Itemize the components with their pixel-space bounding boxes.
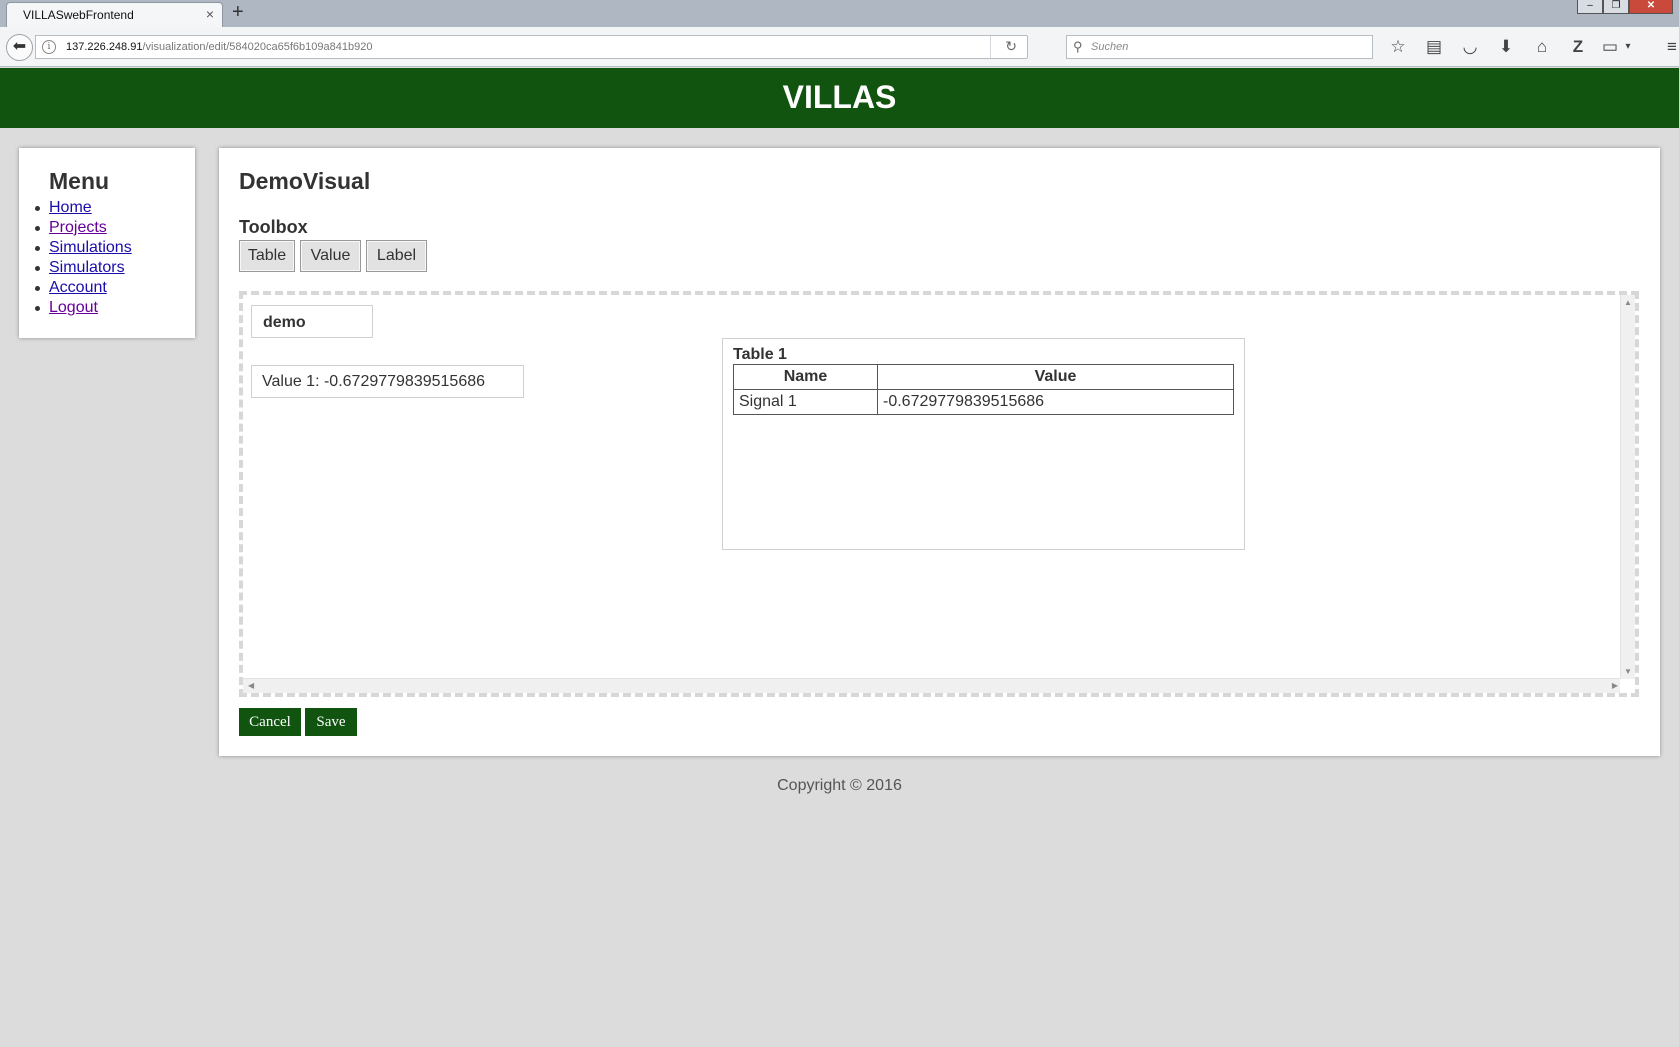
- footer-copyright: Copyright © 2016: [777, 777, 902, 794]
- table-cell-value: -0.6729779839515686: [877, 389, 1234, 415]
- toolbox-value-button[interactable]: Value: [300, 240, 361, 272]
- reading-list-icon[interactable]: ▤: [1420, 34, 1448, 60]
- maximize-button[interactable]: ❐: [1603, 0, 1629, 14]
- browser-tab[interactable]: VILLASwebFrontend ×: [6, 2, 223, 28]
- table-row: Signal 1 -0.6729779839515686: [733, 389, 1234, 415]
- table-header-row: Name Value: [733, 364, 1234, 390]
- menu-item-account: Account: [35, 278, 132, 298]
- search-icon: ⚲: [1073, 39, 1083, 54]
- toolbar-icons: ☆ ▤ ◡ ⬇ ⌂ Z ▭ ▾ ≡: [1384, 34, 1679, 60]
- menu-item-home: Home: [35, 198, 132, 218]
- scroll-left-arrow-icon[interactable]: ◀: [248, 681, 254, 690]
- download-icon[interactable]: ⬇: [1492, 34, 1520, 60]
- site-info-icon[interactable]: i: [42, 40, 56, 54]
- menu-link-simulations[interactable]: Simulations: [49, 239, 132, 256]
- save-button[interactable]: Save: [305, 708, 357, 736]
- zotero-icon[interactable]: Z: [1564, 34, 1592, 60]
- visualization-panel: DemoVisual Toolbox Table Value Label dem…: [219, 148, 1660, 756]
- scroll-up-arrow-icon[interactable]: ▲: [1624, 298, 1632, 307]
- table-widget-title: Table 1: [733, 346, 787, 363]
- tab-title: VILLASwebFrontend: [23, 8, 134, 22]
- menu-link-logout[interactable]: Logout: [49, 299, 98, 316]
- scroll-right-arrow-icon[interactable]: ▶: [1612, 681, 1618, 690]
- page-icon[interactable]: ▭: [1600, 34, 1620, 60]
- menu-panel: Menu Home Projects Simulations Simulator…: [19, 148, 195, 338]
- menu-title: Menu: [49, 168, 110, 194]
- table-widget-grid: Name Value Signal 1 -0.6729779839515686: [733, 364, 1234, 415]
- horizontal-scrollbar[interactable]: ◀ ▶: [243, 678, 1620, 693]
- new-tab-button[interactable]: +: [232, 1, 244, 24]
- menu-item-simulators: Simulators: [35, 258, 132, 278]
- toolbox-label-button[interactable]: Label: [366, 240, 427, 272]
- url-separator: [990, 36, 991, 58]
- menu-list: Home Projects Simulations Simulators Acc…: [35, 198, 132, 318]
- url-path: /visualization/edit/584020ca65f6b109a841…: [142, 41, 373, 53]
- menu-item-logout: Logout: [35, 298, 132, 318]
- hamburger-menu-icon[interactable]: ≡: [1658, 34, 1679, 60]
- toolbox-table-button[interactable]: Table: [239, 240, 295, 272]
- cancel-button[interactable]: Cancel: [239, 708, 301, 736]
- column-header-name: Name: [733, 364, 878, 390]
- close-window-button[interactable]: ✕: [1629, 0, 1673, 14]
- scroll-down-arrow-icon[interactable]: ▼: [1624, 667, 1632, 676]
- search-bar[interactable]: ⚲ Suchen: [1066, 35, 1373, 59]
- toolbox-title: Toolbox: [239, 217, 308, 237]
- menu-link-account[interactable]: Account: [49, 279, 107, 296]
- value-widget[interactable]: Value 1: -0.6729779839515686: [251, 365, 524, 398]
- search-placeholder: Suchen: [1091, 41, 1129, 53]
- window-controls: – ❐ ✕: [1577, 0, 1673, 14]
- star-icon[interactable]: ☆: [1384, 34, 1412, 60]
- table-cell-name: Signal 1: [733, 389, 878, 415]
- app-header: VILLAS: [0, 68, 1679, 128]
- menu-link-projects[interactable]: Projects: [49, 219, 107, 236]
- home-icon[interactable]: ⌂: [1528, 34, 1556, 60]
- app-title: VILLAS: [782, 79, 897, 115]
- label-widget[interactable]: demo: [251, 305, 373, 338]
- url-text: 137.226.248.91/visualization/edit/584020…: [66, 41, 372, 53]
- menu-link-home[interactable]: Home: [49, 199, 92, 216]
- visualization-title: DemoVisual: [239, 168, 371, 194]
- browser-navbar: ⬅ i 137.226.248.91/visualization/edit/58…: [0, 27, 1679, 67]
- url-bar[interactable]: i 137.226.248.91/visualization/edit/5840…: [35, 35, 1028, 59]
- menu-link-simulators[interactable]: Simulators: [49, 259, 125, 276]
- menu-item-projects: Projects: [35, 218, 132, 238]
- reload-icon[interactable]: ↻: [1005, 38, 1017, 55]
- url-host: 137.226.248.91: [66, 41, 143, 53]
- minimize-button[interactable]: –: [1577, 0, 1603, 14]
- pocket-icon[interactable]: ◡: [1456, 34, 1484, 60]
- tab-close-icon[interactable]: ×: [206, 6, 214, 22]
- table-widget[interactable]: Table 1 Name Value Signal 1 -0.672977983…: [722, 338, 1245, 550]
- column-header-value: Value: [877, 364, 1234, 390]
- widget-dropzone[interactable]: demo Value 1: -0.6729779839515686 Table …: [239, 291, 1639, 697]
- vertical-scrollbar[interactable]: ▲ ▼: [1620, 295, 1635, 679]
- dropdown-icon[interactable]: ▾: [1620, 34, 1636, 60]
- back-arrow-icon: ⬅: [12, 38, 27, 55]
- browser-titlebar: VILLASwebFrontend × + – ❐ ✕: [0, 0, 1679, 28]
- back-button[interactable]: ⬅: [6, 34, 33, 61]
- menu-item-simulations: Simulations: [35, 238, 132, 258]
